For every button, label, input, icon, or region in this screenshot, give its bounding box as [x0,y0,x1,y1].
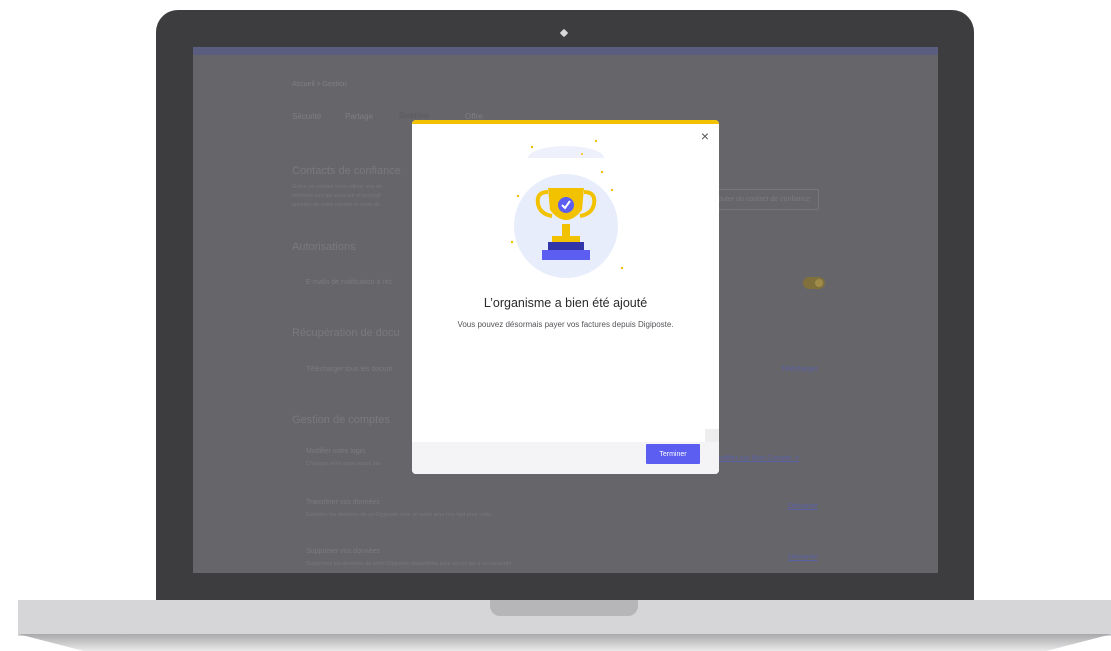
breadcrumb[interactable]: Accueil > Gestion [292,81,347,88]
account-management-title: Gestion de comptes [292,414,390,426]
laptop-base-edge [18,634,1111,651]
transfer-data-link[interactable]: Démarrer [788,503,818,510]
notification-emails-label: E-mails de notification à réc [306,279,392,286]
trusted-contacts-desc-1: Grâce ce contact vous utiliser vos do [292,184,382,190]
delete-data-desc: Supprimez les données de votre Digiposte… [306,561,512,567]
change-login-title: Modifier votre login [306,448,366,455]
trusted-contacts-title: Contacts de confiance [292,165,401,177]
modal-scrollbar[interactable] [705,429,719,443]
transfer-data-desc: Exportez les données de ce Digiposte ver… [306,512,492,518]
close-icon[interactable]: × [701,128,709,144]
download-link[interactable]: Télécharger [781,366,818,373]
add-trusted-contact-button[interactable]: Ajouter un contact de confiance [703,189,820,210]
finish-button[interactable]: Terminer [646,444,700,464]
document-retrieval-title: Récupération de docu [292,327,400,339]
notification-emails-toggle[interactable] [803,277,825,289]
transfer-data-title: Transférer vos données [306,499,380,506]
toggle-knob [815,279,823,287]
change-login-link[interactable]: Modifier sur Mon Compte ↗ [713,454,799,462]
delete-data-title: Supprimer vos données [306,548,380,555]
download-all-label: Télécharger tous les docum [306,366,393,373]
trusted-contacts-desc-3: accéder de votre compte et votre do [292,202,381,208]
delete-data-link[interactable]: Démarrer [788,554,818,561]
modal-accent-bar [412,120,719,124]
modal-footer: Terminer [412,442,719,474]
authorizations-title: Autorisations [292,241,356,253]
tab-securite[interactable]: Sécurité [292,112,321,121]
modal-message: Vous pouvez désormais payer vos factures… [457,320,674,329]
laptop-mockup: Accueil > Gestion Sécurité Partage Gesti… [0,0,1111,651]
success-modal: × L’organisme a bien été ajouté Vous pou… [412,120,719,474]
trusted-contacts-desc-2: informés lors qui vous ont et protégé [292,193,381,199]
laptop-notch [490,600,638,616]
change-login-desc: Changez votre login actuel par [306,461,381,467]
tab-partage[interactable]: Partage [345,112,373,121]
modal-title: L’organisme a bien été ajouté [483,296,648,310]
tab-gestion[interactable]: Gestion [399,111,429,120]
trophy-illustration [510,139,624,278]
